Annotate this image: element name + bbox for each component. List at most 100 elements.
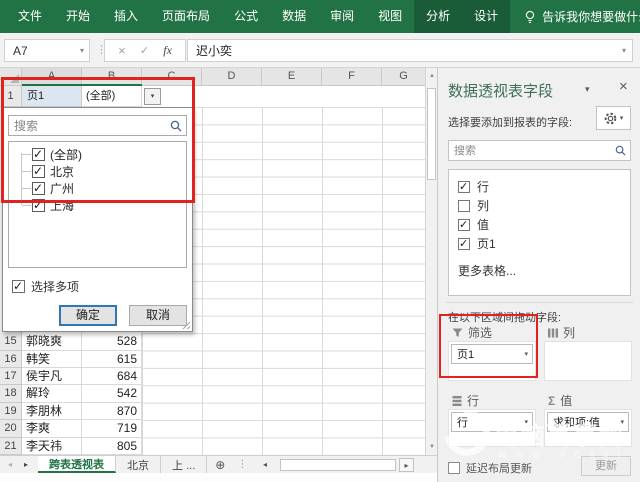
cell-name[interactable]: 李天祎 <box>22 438 82 455</box>
field-item-column[interactable]: 列 <box>458 196 621 215</box>
cell-name[interactable]: 侯宇凡 <box>22 368 82 385</box>
column-header-g[interactable]: G <box>382 68 425 85</box>
checkbox[interactable] <box>458 200 470 212</box>
sheet-tab-pivot[interactable]: 跨表透视表 <box>38 456 116 473</box>
row-header[interactable]: 16 <box>0 351 22 368</box>
column-header-b[interactable]: B <box>82 68 142 85</box>
row-header[interactable]: 18 <box>0 385 22 402</box>
checkbox[interactable] <box>458 238 470 250</box>
cell-value[interactable]: 870 <box>82 403 142 420</box>
filter-item-all[interactable]: (全部) <box>9 146 186 163</box>
close-icon[interactable]: × <box>619 78 628 95</box>
chevron-down-icon[interactable]: ▾ <box>524 350 532 358</box>
confirm-entry-icon[interactable]: ✓ <box>140 44 149 57</box>
field-item-page1[interactable]: 页1 <box>458 234 621 253</box>
column-header-d[interactable]: D <box>202 68 262 85</box>
filters-field-page1[interactable]: 页1 ▾ <box>451 344 533 364</box>
cell-name[interactable]: 韩笑 <box>22 351 82 368</box>
ribbon-tab-home[interactable]: 开始 <box>54 0 102 33</box>
ribbon-tab-data[interactable]: 数据 <box>270 0 318 33</box>
cancel-button[interactable]: 取消 <box>129 305 187 326</box>
cell-name[interactable]: 李爽 <box>22 420 82 437</box>
fields-search-box[interactable] <box>448 140 631 161</box>
ribbon-tab-view[interactable]: 视图 <box>366 0 414 33</box>
cell-value[interactable]: 805 <box>82 438 142 455</box>
filter-item-beijing[interactable]: 北京 <box>9 163 186 180</box>
cell-name[interactable]: 解玲 <box>22 385 82 402</box>
vertical-scrollbar-thumb[interactable] <box>427 88 436 180</box>
vertical-scrollbar[interactable]: ▲ ▼ <box>425 68 437 455</box>
chevron-down-icon[interactable]: ▾ <box>524 418 532 426</box>
row-header-1[interactable]: 1 <box>0 86 22 107</box>
chevron-down-icon[interactable]: ▾ <box>80 46 89 55</box>
cancel-entry-icon[interactable]: × <box>118 43 126 58</box>
name-box[interactable]: A7 ▾ <box>4 39 90 62</box>
values-field-sum[interactable]: 求和项:值 ▾ <box>547 412 629 432</box>
filter-item-shanghai[interactable]: 上海 <box>9 197 186 214</box>
ok-button[interactable]: 确定 <box>59 305 117 326</box>
chevron-down-icon[interactable]: ▾ <box>620 418 628 426</box>
row-header[interactable]: 15 <box>0 333 22 350</box>
column-header-f[interactable]: F <box>322 68 382 85</box>
cell-value[interactable]: 615 <box>82 351 142 368</box>
cell-value[interactable]: 542 <box>82 385 142 402</box>
cell-value[interactable]: 719 <box>82 420 142 437</box>
ribbon-tab-review[interactable]: 审阅 <box>318 0 366 33</box>
select-multiple-toggle[interactable]: 选择多项 <box>12 278 79 295</box>
scroll-right-icon[interactable]: ▸ <box>399 458 414 472</box>
new-sheet-icon[interactable]: ⊕ <box>207 456 233 473</box>
checkbox[interactable] <box>32 165 45 178</box>
ribbon-tab-design[interactable]: 设计 <box>462 0 510 33</box>
sheet-tab-beijing[interactable]: 北京 <box>116 456 161 473</box>
cell-value[interactable]: 684 <box>82 368 142 385</box>
values-drop-zone[interactable]: 求和项:值 ▾ <box>544 409 632 447</box>
row-header[interactable]: 19 <box>0 403 22 420</box>
rows-drop-zone[interactable]: 行 ▾ <box>448 409 536 447</box>
ribbon-tab-file[interactable]: 文件 <box>6 0 54 33</box>
cell-name[interactable]: 李朋林 <box>22 403 82 420</box>
more-tables-link[interactable]: 更多表格... <box>458 262 621 279</box>
cell-value[interactable]: 528 <box>82 333 142 350</box>
checkbox[interactable] <box>32 182 45 195</box>
ribbon-tab-analyze[interactable]: 分析 <box>414 0 462 33</box>
next-sheet-icon[interactable]: ▸ <box>24 460 28 469</box>
formula-input[interactable]: 迟小奕 ▾ <box>187 39 633 62</box>
page-filter-dropdown-button[interactable]: ▾ <box>144 88 161 105</box>
column-header-c[interactable]: C <box>142 68 202 85</box>
row-header[interactable]: 21 <box>0 438 22 455</box>
cell-b1-page-value[interactable]: (全部) <box>82 86 142 107</box>
select-all-corner[interactable] <box>0 68 22 85</box>
defer-layout-toggle[interactable]: 延迟布局更新 <box>448 460 532 476</box>
expand-formula-bar-icon[interactable]: ▾ <box>622 46 632 55</box>
cell-name[interactable]: 郭晓爽 <box>22 333 82 350</box>
cell-a1-page-field[interactable]: 页1 <box>22 86 82 107</box>
field-item-row[interactable]: 行 <box>458 177 621 196</box>
row-header[interactable]: 17 <box>0 368 22 385</box>
checkbox[interactable] <box>458 181 470 193</box>
scroll-left-icon[interactable]: ◂ <box>263 460 267 469</box>
checkbox[interactable] <box>12 280 25 293</box>
ribbon-tab-insert[interactable]: 插入 <box>102 0 150 33</box>
insert-function-icon[interactable]: fx <box>163 43 172 58</box>
tell-me-box[interactable]: 告诉我你想要做什么 <box>524 8 640 25</box>
pane-options-icon[interactable]: ▾ <box>585 84 590 95</box>
checkbox[interactable] <box>448 462 460 474</box>
sheet-tab-truncated[interactable]: 上 ... <box>161 456 207 473</box>
ribbon-tab-page-layout[interactable]: 页面布局 <box>150 0 222 33</box>
horizontal-scrollbar[interactable] <box>280 459 396 471</box>
prev-sheet-icon[interactable]: ◂ <box>8 460 12 469</box>
checkbox[interactable] <box>32 199 45 212</box>
filter-search-input[interactable] <box>9 119 170 133</box>
fields-search-input[interactable] <box>449 145 615 157</box>
update-button[interactable]: 更新 <box>581 456 631 476</box>
filters-drop-zone[interactable]: 页1 ▾ <box>448 341 536 381</box>
rows-field-row[interactable]: 行 ▾ <box>451 412 533 432</box>
row-header[interactable]: 20 <box>0 420 22 437</box>
checkbox[interactable] <box>32 148 45 161</box>
filter-search-box[interactable] <box>8 115 187 136</box>
column-header-e[interactable]: E <box>262 68 322 85</box>
columns-drop-zone[interactable] <box>544 341 632 381</box>
ribbon-tab-formulas[interactable]: 公式 <box>222 0 270 33</box>
tools-button[interactable]: ▾ <box>596 106 631 130</box>
column-header-a[interactable]: A <box>22 68 82 85</box>
